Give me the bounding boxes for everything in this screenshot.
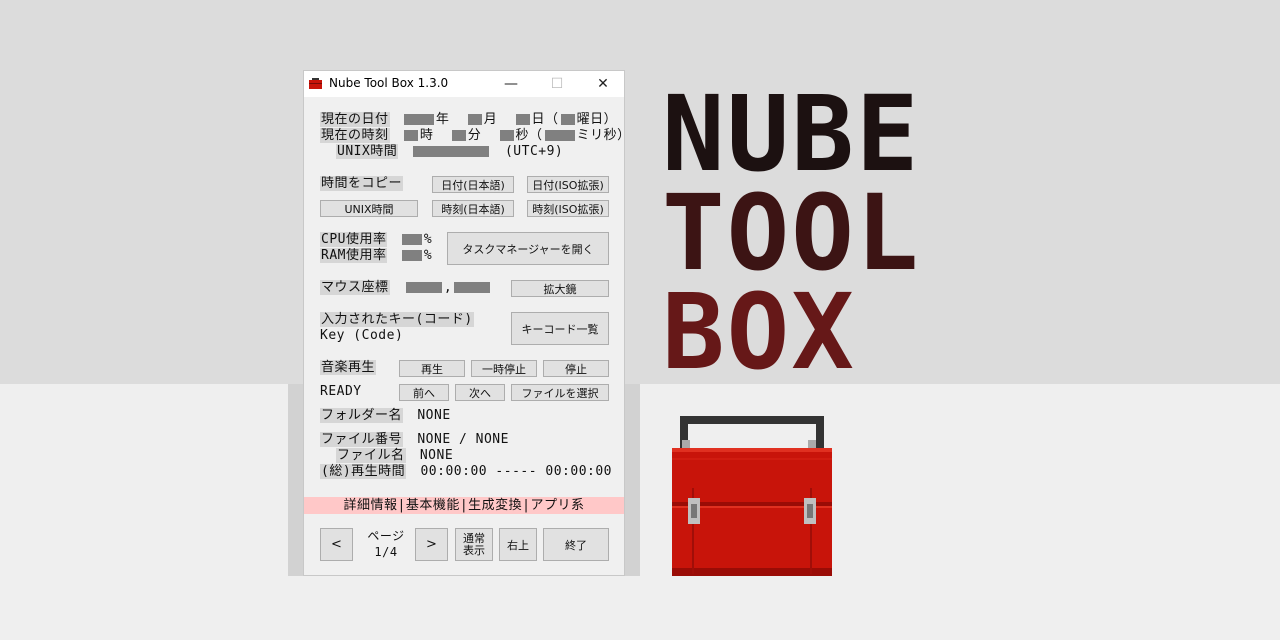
background-bottom <box>0 384 1280 640</box>
window-body: 現在の日付 年 月 日（ 曜日） 現在の時刻 時 分 秒（ ミリ秒） UNIX時間 … <box>304 97 630 575</box>
second-unit: 秒 <box>515 128 530 143</box>
key-label: 入力されたキー(コード) <box>320 312 474 327</box>
next-track-button[interactable]: 次へ <box>455 384 505 401</box>
year-value <box>403 114 434 125</box>
second-value <box>499 130 514 141</box>
unix-label: UNIX時間 <box>336 144 399 159</box>
month-unit: 月 <box>483 112 498 127</box>
page-label: ページ <box>367 529 405 543</box>
ram-row: RAM使用率 % <box>320 248 432 264</box>
close-button[interactable]: ✕ <box>580 71 626 97</box>
year-unit: 年 <box>435 112 450 127</box>
file-name-label: ファイル名 <box>336 448 406 463</box>
exit-button[interactable]: 終了 <box>543 528 609 561</box>
folder-row: フォルダー名 NONE <box>320 408 451 424</box>
folder-label: フォルダー名 <box>320 408 404 423</box>
magnifier-button[interactable]: 拡大鏡 <box>511 280 609 297</box>
window-title: Nube Tool Box 1.3.0 <box>329 76 449 90</box>
date-row: 現在の日付 年 月 日（ 曜日） <box>320 112 617 128</box>
day-value <box>515 114 530 125</box>
file-number-row: ファイル番号 NONE / NONE <box>320 432 509 448</box>
weekday-value <box>560 114 575 125</box>
minute-unit: 分 <box>467 128 482 143</box>
stop-button[interactable]: 停止 <box>543 360 609 377</box>
hour-unit: 時 <box>419 128 434 143</box>
logo-line-box: BOX <box>662 271 856 393</box>
prev-page-button[interactable]: < <box>320 528 353 561</box>
normal-view-button[interactable]: 通常 表示 <box>455 528 493 561</box>
copy-date-iso-button[interactable]: 日付(ISO拡張) <box>527 176 609 193</box>
hour-value <box>403 130 418 141</box>
music-status: READY <box>320 384 362 399</box>
date-label: 現在の日付 <box>320 112 390 127</box>
total-time-value: 00:00:00 ----- 00:00:00 <box>420 464 612 479</box>
copy-date-jp-button[interactable]: 日付(日本語) <box>432 176 514 193</box>
cpu-row: CPU使用率 % <box>320 232 432 248</box>
ms-open: （ <box>529 128 543 143</box>
ram-label: RAM使用率 <box>320 248 388 263</box>
copy-time-label: 時間をコピー <box>320 176 404 192</box>
mouse-row: マウス座標 , <box>320 280 492 296</box>
prev-track-button[interactable]: 前へ <box>399 384 449 401</box>
time-row: 現在の時刻 時 分 秒（ ミリ秒） <box>320 128 631 144</box>
cpu-value <box>401 234 422 245</box>
mouse-x-value <box>405 282 442 293</box>
unix-value <box>412 146 489 157</box>
copy-time-label-text: 時間をコピー <box>320 176 404 191</box>
logo-line-nube: NUBE <box>662 73 921 195</box>
toolbox-app-icon <box>309 78 322 89</box>
cpu-label: CPU使用率 <box>320 232 388 247</box>
weekday-unit: 曜日） <box>576 112 618 127</box>
day-unit: 日 <box>531 112 546 127</box>
copy-unix-button[interactable]: UNIX時間 <box>320 200 418 217</box>
maximize-button[interactable]: ☐ <box>534 71 580 97</box>
top-right-button[interactable]: 右上 <box>499 528 537 561</box>
mouse-y-value <box>454 282 491 293</box>
time-label: 現在の時刻 <box>320 128 390 143</box>
ram-value <box>401 250 422 261</box>
minute-value <box>451 130 466 141</box>
normal-view-line1: 通常 <box>463 531 485 545</box>
keycode-list-button[interactable]: キーコード一覧 <box>511 312 609 345</box>
next-page-button[interactable]: > <box>415 528 448 561</box>
normal-view-line2: 表示 <box>463 543 485 557</box>
music-label-row: 音楽再生 <box>320 360 377 376</box>
page-value: 1/4 <box>374 545 398 559</box>
total-time-label: (総)再生時間 <box>320 464 407 479</box>
weekday-open: （ <box>545 112 559 127</box>
folder-value: NONE <box>417 408 451 423</box>
pause-button[interactable]: 一時停止 <box>471 360 537 377</box>
minimize-button[interactable]: — <box>488 71 534 97</box>
title-bar[interactable]: Nube Tool Box 1.3.0 — ☐ ✕ <box>304 71 624 97</box>
copy-time-jp-button[interactable]: 時刻(日本語) <box>432 200 514 217</box>
logo-line-tool: TOOL <box>662 172 921 294</box>
category-tabs[interactable]: 詳細情報|基本機能|生成変換|アプリ系 <box>304 497 624 514</box>
mouse-comma: , <box>443 280 453 295</box>
unix-row: UNIX時間 (UTC+9) <box>336 144 563 160</box>
ms-value <box>544 130 575 141</box>
copy-time-iso-button[interactable]: 時刻(ISO拡張) <box>527 200 609 217</box>
play-button[interactable]: 再生 <box>399 360 465 377</box>
toolbox-icon <box>672 416 832 576</box>
file-name-value: NONE <box>419 448 454 463</box>
key-label-row: 入力されたキー(コード) <box>320 312 474 328</box>
open-task-manager-button[interactable]: タスクマネージャーを開く <box>447 232 609 265</box>
file-name-row: ファイル名 NONE <box>336 448 453 464</box>
select-file-button[interactable]: ファイルを選択 <box>511 384 609 401</box>
background-top <box>0 0 1280 384</box>
mouse-label: マウス座標 <box>320 280 390 295</box>
total-time-row: (総)再生時間 00:00:00 ----- 00:00:00 <box>320 464 612 480</box>
cpu-percent: % <box>423 232 433 247</box>
ms-unit: ミリ秒） <box>576 128 631 143</box>
month-value <box>467 114 482 125</box>
ram-percent: % <box>423 248 433 263</box>
file-number-label: ファイル番号 <box>320 432 404 447</box>
music-label: 音楽再生 <box>320 360 377 375</box>
app-window: Nube Tool Box 1.3.0 — ☐ ✕ 現在の日付 年 月 日（ 曜日… <box>303 70 630 576</box>
file-number-value: NONE / NONE <box>417 432 509 447</box>
unix-timezone: (UTC+9) <box>504 144 564 159</box>
key-value: Key (Code) <box>320 328 404 343</box>
